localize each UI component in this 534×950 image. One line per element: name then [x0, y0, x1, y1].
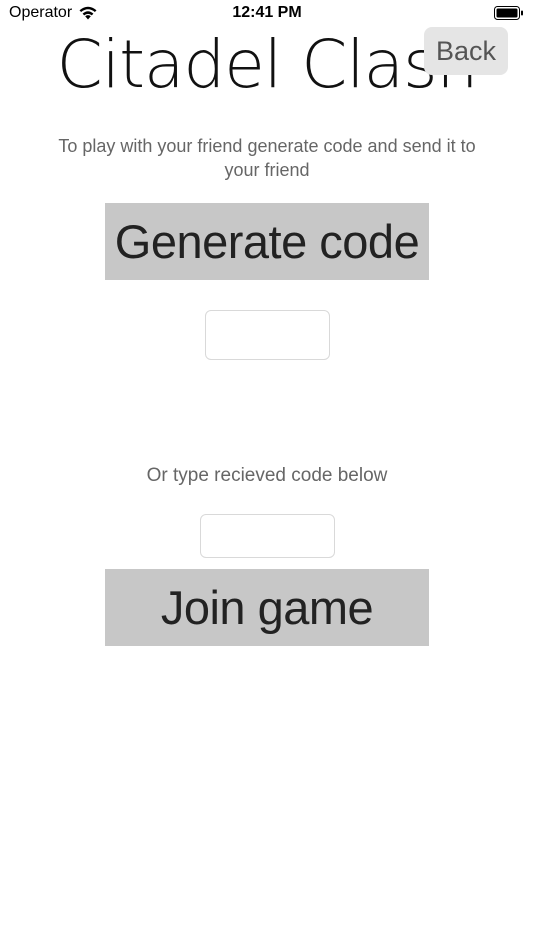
screen: Operator 12:41 PM Citadel Clash Back To … — [0, 0, 534, 950]
status-time: 12:41 PM — [232, 4, 302, 21]
back-button[interactable]: Back — [424, 27, 508, 75]
status-bar: Operator 12:41 PM — [0, 0, 534, 28]
instructions-text: To play with your friend generate code a… — [58, 136, 476, 180]
generate-code-button[interactable]: Generate code — [105, 203, 429, 280]
or-label: Or type recieved code below — [146, 465, 388, 486]
join-game-button[interactable]: Join game — [105, 569, 429, 646]
battery-icon — [494, 6, 523, 20]
generated-code-field — [205, 310, 330, 360]
code-input[interactable] — [200, 514, 335, 558]
